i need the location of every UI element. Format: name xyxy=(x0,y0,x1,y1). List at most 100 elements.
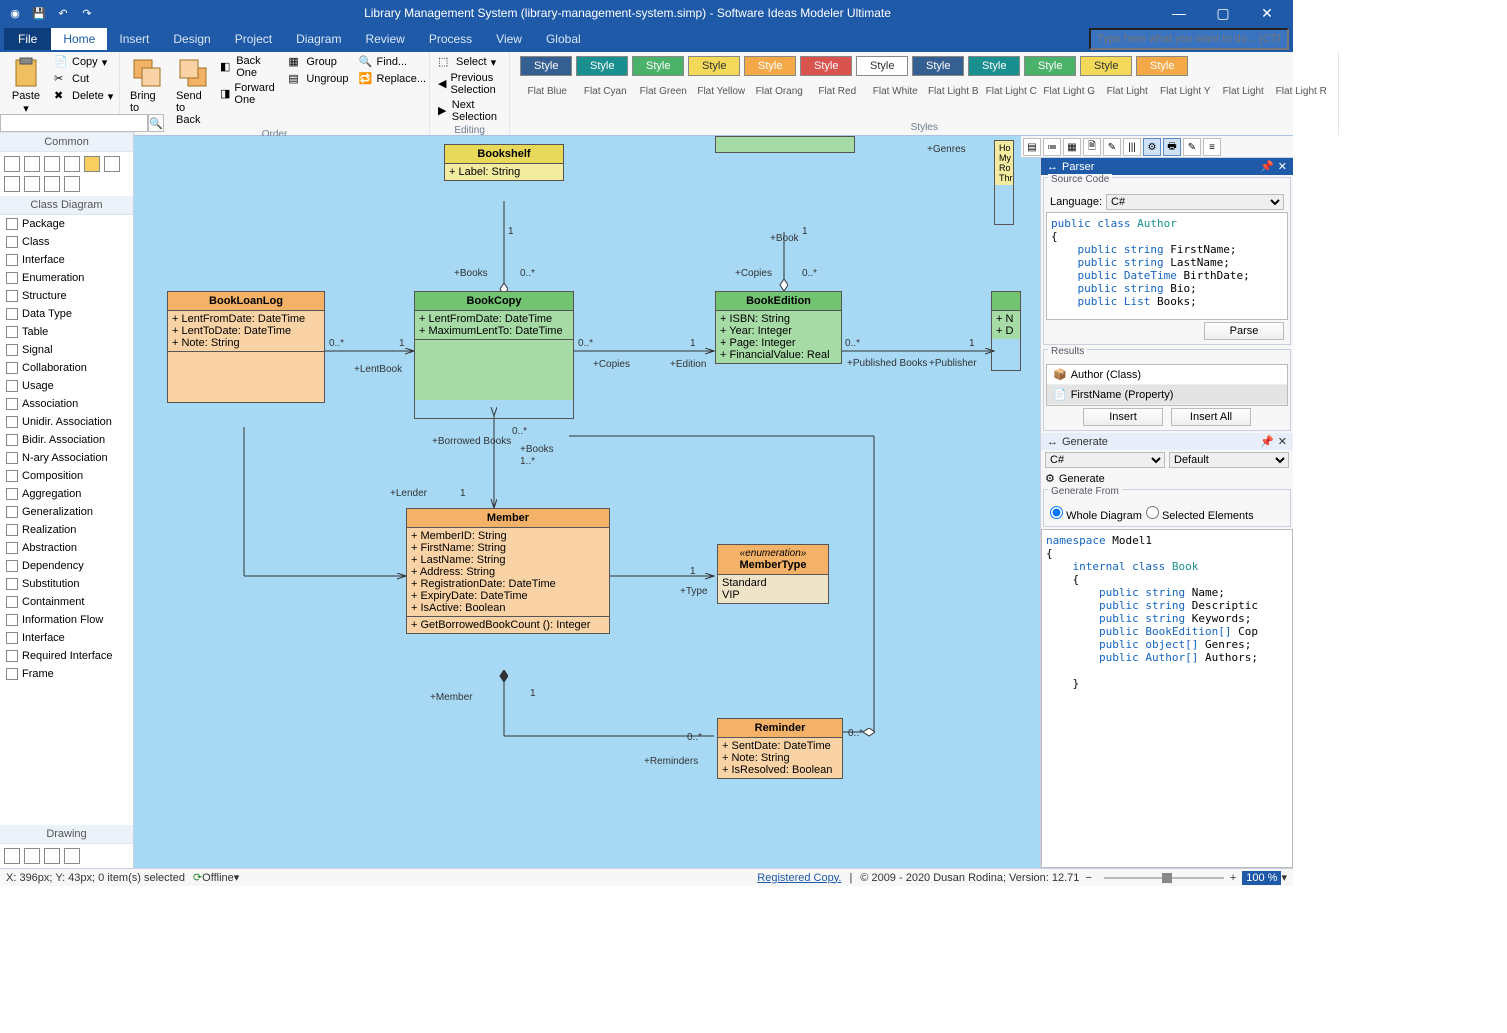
ts-icon[interactable]: ✎ xyxy=(1183,138,1201,156)
rect-tool[interactable] xyxy=(4,176,20,192)
style-swatch[interactable]: Style xyxy=(912,56,964,76)
ts-icon[interactable]: ▦ xyxy=(1063,138,1081,156)
results-list[interactable]: 📦Author (Class) 📄FirstName (Property) xyxy=(1046,364,1288,406)
send-back-button[interactable]: Send to Back xyxy=(172,54,212,128)
toolbox-item[interactable]: Package xyxy=(0,215,133,233)
minimize-button[interactable]: — xyxy=(1157,0,1201,26)
next-sel-button[interactable]: ▶Next Selection xyxy=(436,98,503,124)
toolbox-item[interactable]: Realization xyxy=(0,521,133,539)
redo-icon[interactable]: ↷ xyxy=(76,2,98,24)
toolbox-item[interactable]: Required Interface xyxy=(0,647,133,665)
style-swatch[interactable]: Style xyxy=(800,56,852,76)
toolbox-item[interactable]: Bidir. Association xyxy=(0,431,133,449)
style-swatch[interactable]: Style xyxy=(968,56,1020,76)
generate-lang-select[interactable]: C# xyxy=(1045,452,1165,468)
ungroup-button[interactable]: ▤Ungroup xyxy=(286,71,350,87)
note-tool[interactable] xyxy=(84,156,100,172)
toolbox-item[interactable]: Containment xyxy=(0,593,133,611)
result-item[interactable]: 📄FirstName (Property) xyxy=(1047,385,1287,405)
style-swatch[interactable]: Style xyxy=(1024,56,1076,76)
delete-button[interactable]: ✖Delete ▾ xyxy=(52,88,115,104)
note-right[interactable]: HoMyRoThr xyxy=(994,140,1014,225)
undo-icon[interactable]: ↶ xyxy=(52,2,74,24)
toolbox-item[interactable]: Unidir. Association xyxy=(0,413,133,431)
toolbox-item[interactable]: Table xyxy=(0,323,133,341)
class-bookedition[interactable]: BookEdition + ISBN: String+ Year: Intege… xyxy=(715,291,842,364)
style-swatch[interactable]: Style xyxy=(744,56,796,76)
menu-file[interactable]: File xyxy=(4,28,51,50)
enum-membertype[interactable]: «enumeration»MemberType StandardVIP xyxy=(717,544,829,604)
hand-tool[interactable] xyxy=(24,156,40,172)
prev-sel-button[interactable]: ◀Previous Selection xyxy=(436,71,503,97)
parser-code[interactable]: public class Author { public string Firs… xyxy=(1046,212,1288,320)
toolbox-item[interactable]: Collaboration xyxy=(0,359,133,377)
text-tool[interactable] xyxy=(64,156,80,172)
ts-icon[interactable]: ≔ xyxy=(1043,138,1061,156)
style-swatch[interactable]: Style xyxy=(632,56,684,76)
menu-view[interactable]: View xyxy=(484,28,534,50)
pin-icon[interactable]: 📌 xyxy=(1260,160,1274,173)
generate-button[interactable]: Generate xyxy=(1059,473,1105,485)
style-swatch[interactable]: Style xyxy=(688,56,740,76)
menu-design[interactable]: Design xyxy=(161,28,222,50)
save-icon[interactable]: 💾 xyxy=(28,2,50,24)
class-truncated-right[interactable]: + N+ D xyxy=(991,291,1021,371)
zoom-tool[interactable] xyxy=(44,156,60,172)
toolbox-item[interactable]: Dependency xyxy=(0,557,133,575)
menu-home[interactable]: Home xyxy=(51,28,107,50)
ts-icon[interactable]: 🗎 xyxy=(1083,138,1101,156)
ts-icon[interactable]: ✎ xyxy=(1103,138,1121,156)
cut-button[interactable]: ✂Cut xyxy=(52,71,115,87)
class-bookcopy[interactable]: BookCopy + LentFromDate: DateTime+ Maxim… xyxy=(414,291,574,419)
insert-all-button[interactable]: Insert All xyxy=(1171,408,1251,426)
registered-link[interactable]: Registered Copy. xyxy=(757,872,841,884)
toolbox-item[interactable]: N-ary Association xyxy=(0,449,133,467)
class-reminder[interactable]: Reminder + SentDate: DateTime+ Note: Str… xyxy=(717,718,843,779)
sync-icon[interactable]: ⟳ xyxy=(193,871,202,884)
toolbox-item[interactable]: Composition xyxy=(0,467,133,485)
paste-button[interactable]: Paste▾ xyxy=(6,54,46,117)
toolbox-item[interactable]: Usage xyxy=(0,377,133,395)
toolbox-item[interactable]: Frame xyxy=(0,665,133,683)
class-bookshelf[interactable]: Bookshelf + Label: String xyxy=(444,144,564,181)
menu-process[interactable]: Process xyxy=(417,28,484,50)
toolbox-item[interactable]: Enumeration xyxy=(0,269,133,287)
close-icon[interactable]: ✕ xyxy=(1278,435,1287,448)
language-select[interactable]: C# xyxy=(1106,194,1284,210)
toolbox-search-input[interactable] xyxy=(0,114,148,132)
parse-button[interactable]: Parse xyxy=(1204,322,1284,340)
generate-code[interactable]: namespace Model1 { internal class Book {… xyxy=(1041,529,1293,868)
toolbox-item[interactable]: Interface xyxy=(0,251,133,269)
find-button[interactable]: 🔍Find... xyxy=(357,54,429,70)
insert-button[interactable]: Insert xyxy=(1083,408,1163,426)
zoom-in-button[interactable]: + xyxy=(1230,872,1236,884)
generate-template-select[interactable]: Default xyxy=(1169,452,1289,468)
style-swatch[interactable]: Style xyxy=(576,56,628,76)
forward-one-button[interactable]: ◨Forward One xyxy=(218,81,280,107)
pin-icon[interactable]: 📌 xyxy=(1260,435,1274,448)
radio-selected[interactable]: Selected Elements xyxy=(1146,506,1254,522)
ts-icon[interactable]: ⚙ xyxy=(1143,138,1161,156)
search-icon[interactable]: 🔍 xyxy=(148,114,164,132)
ts-icon[interactable]: ≡ xyxy=(1203,138,1221,156)
result-item[interactable]: 📦Author (Class) xyxy=(1047,365,1287,385)
close-button[interactable]: ✕ xyxy=(1245,0,1289,26)
toolbox-item[interactable]: Structure xyxy=(0,287,133,305)
toolbox-item[interactable]: Information Flow xyxy=(0,611,133,629)
ts-icon[interactable]: ||| xyxy=(1123,138,1141,156)
maximize-button[interactable]: ▢ xyxy=(1201,0,1245,26)
toolbox-item[interactable]: Class xyxy=(0,233,133,251)
back-one-button[interactable]: ◧Back One xyxy=(218,54,280,80)
toolbox-item[interactable]: Abstraction xyxy=(0,539,133,557)
style-swatch[interactable]: Style xyxy=(856,56,908,76)
omnisearch-input[interactable] xyxy=(1089,28,1289,50)
line-tool[interactable] xyxy=(104,156,120,172)
menu-insert[interactable]: Insert xyxy=(107,28,161,50)
menu-diagram[interactable]: Diagram xyxy=(284,28,353,50)
toolbox-item[interactable]: Generalization xyxy=(0,503,133,521)
pointer-tool[interactable] xyxy=(4,156,20,172)
menu-review[interactable]: Review xyxy=(353,28,416,50)
status-offline[interactable]: Offline xyxy=(202,872,234,884)
box-tool[interactable] xyxy=(24,176,40,192)
class-member[interactable]: Member + MemberID: String+ FirstName: St… xyxy=(406,508,610,634)
